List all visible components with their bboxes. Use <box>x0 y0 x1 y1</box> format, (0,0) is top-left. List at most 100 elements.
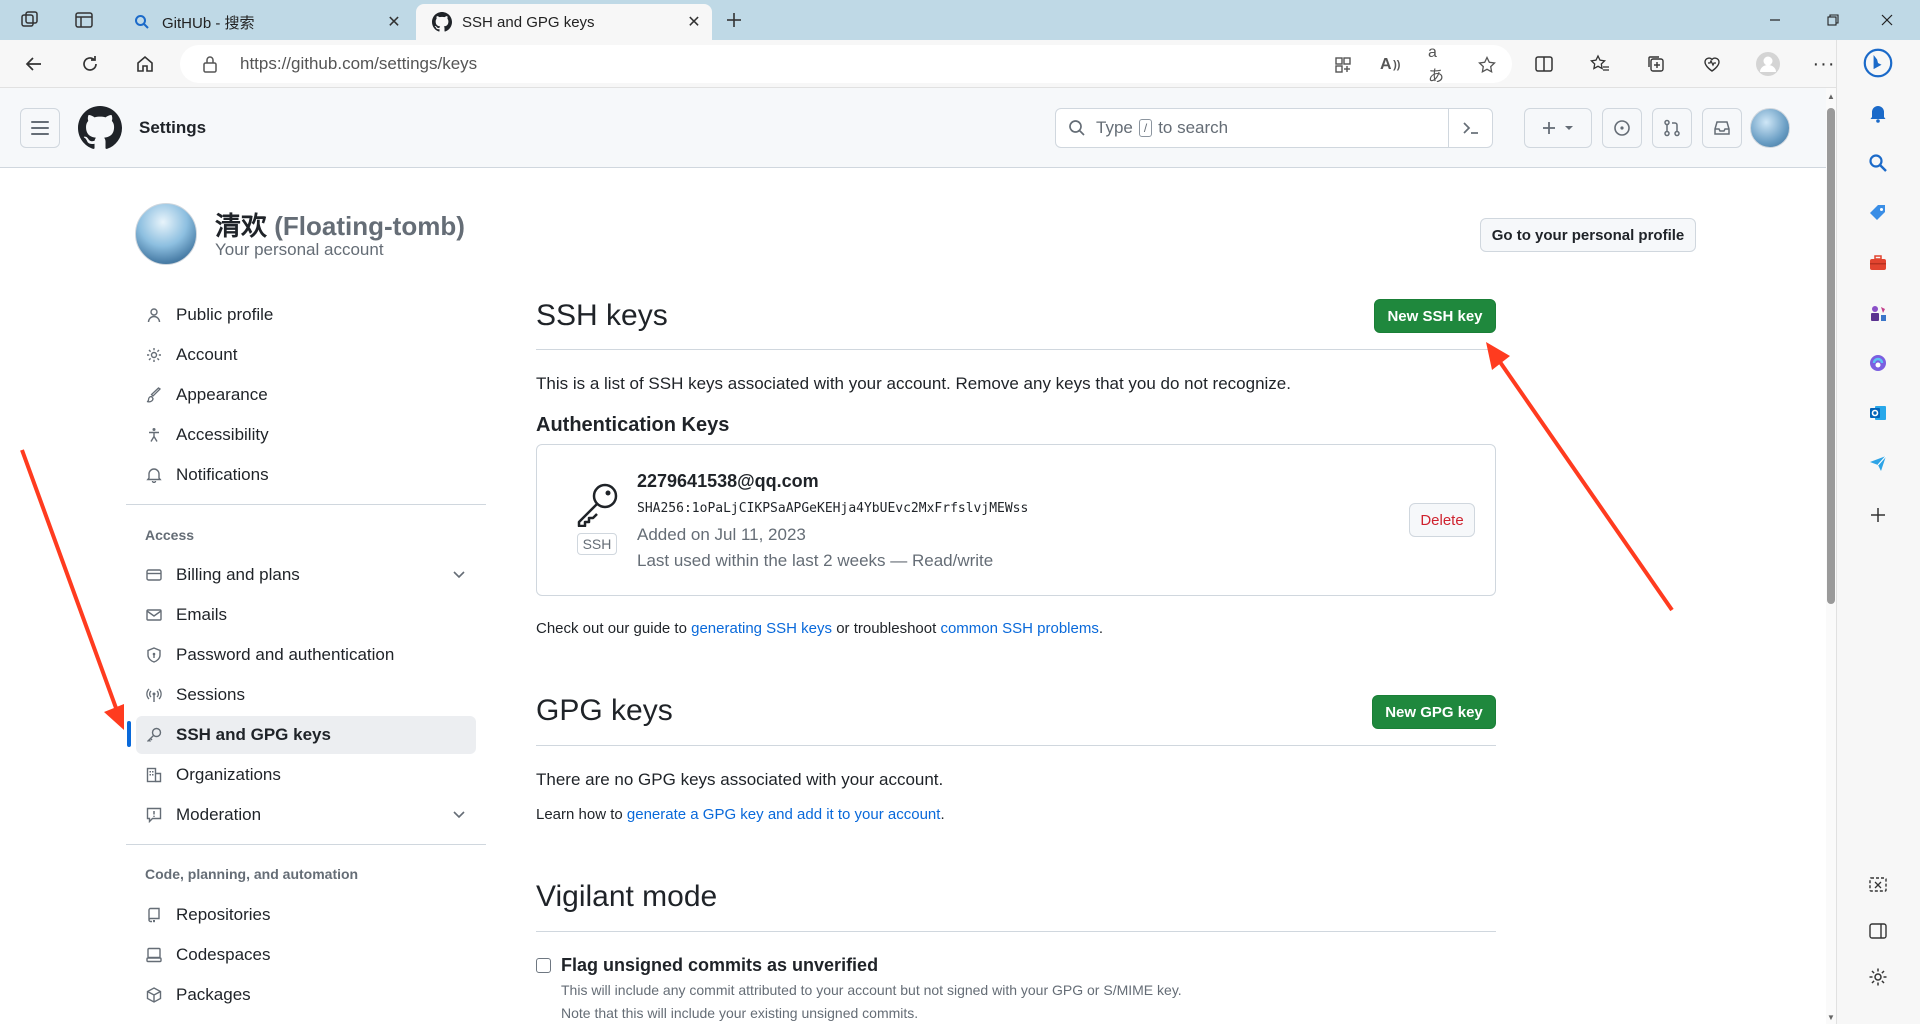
sidebar-item-codespaces[interactable]: Codespaces <box>136 936 476 974</box>
username: (Floating-tomb) <box>274 211 465 241</box>
sidebar-item-emails[interactable]: Emails <box>136 596 476 634</box>
sidebar-item-sessions[interactable]: Sessions <box>136 676 476 714</box>
generate-gpg-key-link[interactable]: generate a GPG key and add it to your ac… <box>627 806 941 823</box>
search-icon[interactable] <box>1863 148 1893 178</box>
github-logo-icon[interactable] <box>78 106 122 150</box>
favorite-star-icon[interactable] <box>1476 54 1498 76</box>
flag-unsigned-commits-label[interactable]: Flag unsigned commits as unverified <box>561 955 878 976</box>
tab-label: GitHUb - 搜索 <box>162 14 255 32</box>
new-ssh-key-button[interactable]: New SSH key <box>1374 299 1496 333</box>
sidebar-item-ssh-gpg-keys[interactable]: SSH and GPG keys <box>136 716 476 754</box>
split-screen-icon[interactable] <box>1530 50 1558 78</box>
close-icon[interactable] <box>1864 6 1910 34</box>
scroll-up-arrow-icon[interactable]: ▲ <box>1826 92 1836 101</box>
page-context-title[interactable]: Settings <box>139 118 206 138</box>
search-input[interactable]: Type / to search <box>1055 108 1493 148</box>
report-icon <box>144 805 164 825</box>
browser-toolbar: https://github.com/settings/keys A)) aあ <box>0 40 1920 88</box>
browser-essentials-icon[interactable] <box>1698 50 1726 78</box>
guide-text-prefix: Check out our guide to <box>536 620 687 637</box>
go-to-profile-button[interactable]: Go to your personal profile <box>1480 218 1696 252</box>
new-tab-plus-icon[interactable] <box>722 8 746 32</box>
issues-button[interactable] <box>1602 108 1642 148</box>
authentication-keys-heading: Authentication Keys <box>536 414 730 436</box>
ssh-key-added-date: Added on Jul 11, 2023 <box>637 525 806 544</box>
more-options-icon[interactable]: ··· <box>1810 50 1838 78</box>
shopping-tag-icon[interactable] <box>1863 198 1893 228</box>
add-plus-icon[interactable] <box>1863 500 1893 530</box>
sidebar-item-account[interactable]: Account <box>136 336 476 374</box>
inbox-button[interactable] <box>1702 108 1742 148</box>
tab-actions-icon[interactable] <box>72 8 96 32</box>
sidebar-item-repositories[interactable]: Repositories <box>136 896 476 934</box>
sidebar-item-password-authentication[interactable]: Password and authentication <box>136 636 476 674</box>
common-ssh-problems-link[interactable]: common SSH problems <box>940 620 1098 637</box>
generating-ssh-keys-link[interactable]: generating SSH keys <box>691 620 832 637</box>
sidebar-item-organizations[interactable]: Organizations <box>136 756 476 794</box>
send-drop-icon[interactable] <box>1863 448 1893 478</box>
workspaces-icon[interactable] <box>18 8 42 32</box>
ssh-guide-text: Check out our guide to generating SSH ke… <box>536 620 1103 637</box>
minimize-icon[interactable] <box>1752 6 1798 34</box>
chevron-down-icon[interactable] <box>452 807 466 821</box>
profile-avatar[interactable] <box>135 203 197 265</box>
organization-icon <box>144 765 164 785</box>
home-icon[interactable] <box>131 50 159 78</box>
bell-icon <box>144 465 164 485</box>
sidebar-item-notifications[interactable]: Notifications <box>136 456 476 494</box>
collections-icon[interactable] <box>1642 50 1670 78</box>
user-avatar[interactable] <box>1750 108 1790 148</box>
flag-unsigned-commits-checkbox[interactable] <box>536 958 551 973</box>
pull-requests-button[interactable] <box>1652 108 1692 148</box>
sidebar-item-appearance[interactable]: Appearance <box>136 376 476 414</box>
sidebar-item-packages[interactable]: Packages <box>136 976 476 1014</box>
new-gpg-key-button[interactable]: New GPG key <box>1372 695 1496 729</box>
favorites-icon[interactable] <box>1586 50 1614 78</box>
close-tab-icon[interactable]: ✕ <box>684 12 704 32</box>
sidebar-settings-gear-icon[interactable] <box>1863 962 1893 992</box>
hamburger-menu-button[interactable] <box>20 108 60 148</box>
app-available-icon[interactable] <box>1332 54 1354 76</box>
ssh-key-fingerprint: SHA256:1oPaLjCIKPSaAPGeKEHja4YbUEvc2MxFr… <box>637 501 1029 516</box>
search-placeholder-prefix: Type <box>1096 118 1133 137</box>
copilot-icon[interactable] <box>1863 348 1893 378</box>
sidebar-item-accessibility[interactable]: Accessibility <box>136 416 476 454</box>
profile-avatar-icon[interactable] <box>1754 50 1782 78</box>
tools-briefcase-icon[interactable] <box>1863 248 1893 278</box>
sidebar-toggle-icon[interactable] <box>1863 916 1893 946</box>
tab-ssh-gpg-keys[interactable]: SSH and GPG keys ✕ <box>416 4 712 40</box>
sidebar-item-public-profile[interactable]: Public profile <box>136 296 476 334</box>
create-new-button[interactable] <box>1524 108 1592 148</box>
annotation-arrow-sidebar <box>20 449 124 730</box>
back-icon[interactable] <box>20 50 48 78</box>
tab-label: SSH and GPG keys <box>462 13 595 31</box>
address-bar[interactable]: https://github.com/settings/keys A)) aあ <box>180 44 1512 85</box>
page-scrollbar[interactable]: ▲ ▼ <box>1826 88 1836 1024</box>
tab-search[interactable]: GitHUb - 搜索 ✕ <box>116 4 412 40</box>
lock-icon[interactable] <box>202 55 222 73</box>
delete-ssh-key-button[interactable]: Delete <box>1409 503 1475 537</box>
url-text: https://github.com/settings/keys <box>240 54 478 73</box>
screenshot-icon[interactable] <box>1863 870 1893 900</box>
key-icon <box>575 481 621 527</box>
active-item-indicator <box>127 721 131 747</box>
sidebar-item-moderation[interactable]: Moderation <box>136 796 476 834</box>
restore-icon[interactable] <box>1810 6 1856 34</box>
scrollbar-thumb[interactable] <box>1827 108 1835 604</box>
sidebar-item-label: Codespaces <box>176 945 271 964</box>
bing-copilot-icon[interactable] <box>1863 48 1893 78</box>
translate-icon[interactable]: aあ <box>1428 44 1450 85</box>
sidebar-item-billing[interactable]: Billing and plans <box>136 556 476 594</box>
scroll-down-arrow-icon[interactable]: ▼ <box>1826 1013 1836 1022</box>
close-tab-icon[interactable]: ✕ <box>384 12 404 32</box>
notifications-bell-icon[interactable] <box>1863 98 1893 128</box>
read-aloud-icon[interactable]: A)) <box>1380 54 1402 76</box>
outlook-icon[interactable] <box>1863 398 1893 428</box>
section-divider <box>536 349 1496 350</box>
refresh-icon[interactable] <box>76 50 104 78</box>
chevron-down-icon[interactable] <box>452 567 466 581</box>
games-icon[interactable] <box>1863 298 1893 328</box>
command-palette-icon[interactable] <box>1448 109 1492 147</box>
edge-sidebar <box>1836 40 1920 1024</box>
mail-icon <box>144 605 164 625</box>
